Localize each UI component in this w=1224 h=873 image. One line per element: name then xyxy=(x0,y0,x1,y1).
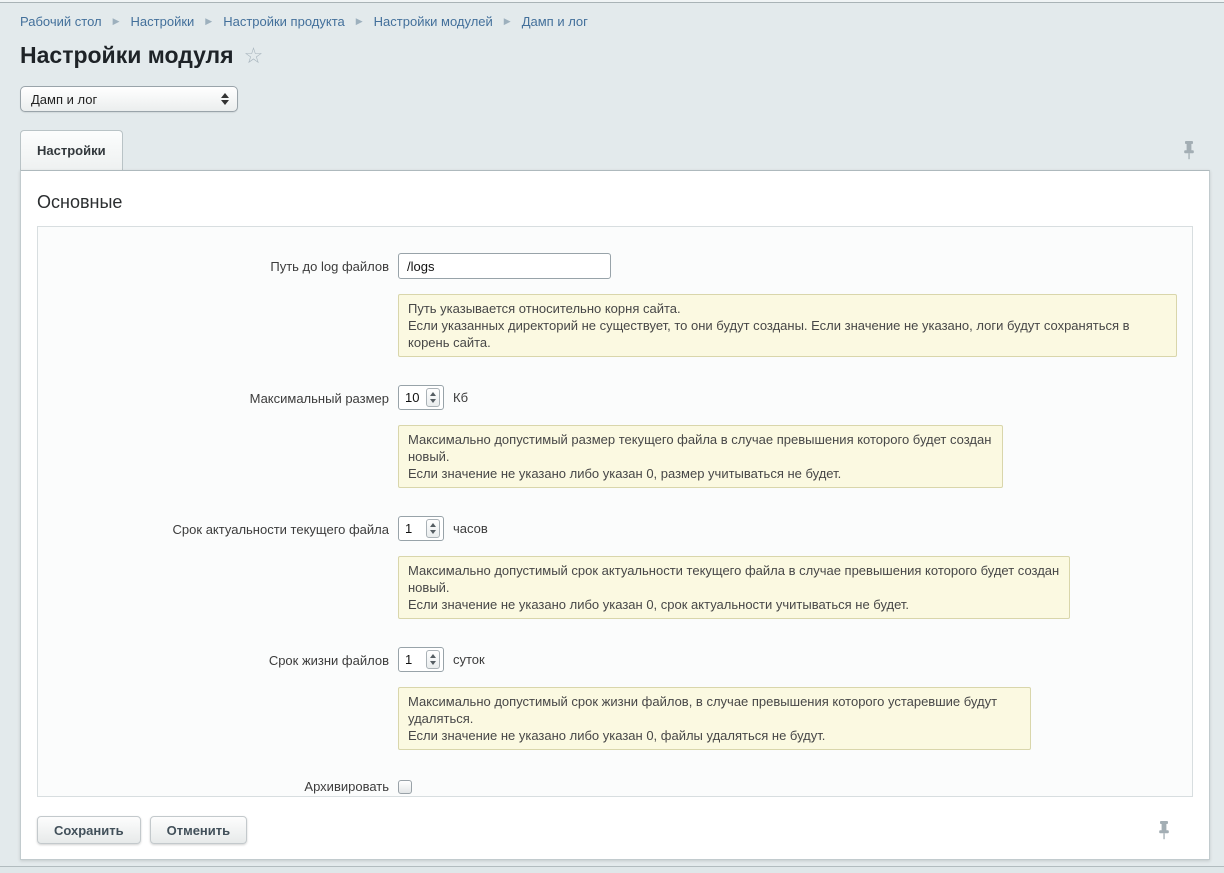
field-suffix: Кб xyxy=(453,390,468,405)
breadcrumb-item-desktop[interactable]: Рабочий стол xyxy=(20,14,102,29)
form-row-actuality-period: Срок актуальности текущего файла часов М… xyxy=(38,516,1192,619)
breadcrumb-item-dump-log[interactable]: Дамп и лог xyxy=(522,14,588,29)
form-row-archive: Архивировать Если опция отмечена, все не… xyxy=(38,778,1192,797)
breadcrumb-separator-icon: ▶ xyxy=(205,17,212,26)
field-hint: Максимально допустимый размер текущего ф… xyxy=(398,425,1003,488)
bottom-panel-edge xyxy=(0,866,1224,873)
page-title: Настройки модуля xyxy=(20,42,234,69)
tab-strip: Настройки xyxy=(20,130,1210,170)
cancel-button[interactable]: Отменить xyxy=(150,816,248,844)
panel-footer: Сохранить Отменить xyxy=(37,816,1193,844)
stepper-icon[interactable] xyxy=(426,519,440,538)
field-label: Путь до log файлов xyxy=(38,253,398,357)
select-arrows-icon xyxy=(221,93,229,105)
form-row-log-path: Путь до log файлов Путь указывается отно… xyxy=(38,253,1192,357)
actuality-input[interactable] xyxy=(405,521,425,536)
lifetime-input-box xyxy=(398,647,444,672)
stepper-icon[interactable] xyxy=(426,650,440,669)
breadcrumb-item-module-settings[interactable]: Настройки модулей xyxy=(374,14,493,29)
save-button[interactable]: Сохранить xyxy=(37,816,141,844)
breadcrumb-separator-icon: ▶ xyxy=(356,17,363,26)
breadcrumb: Рабочий стол ▶ Настройки ▶ Настройки про… xyxy=(20,14,1210,29)
breadcrumb-separator-icon: ▶ xyxy=(113,17,120,26)
lifetime-input[interactable] xyxy=(405,652,425,667)
field-label: Максимальный размер xyxy=(38,385,398,488)
field-suffix: часов xyxy=(453,521,488,536)
field-suffix: суток xyxy=(453,652,485,667)
field-label: Срок актуальности текущего файла xyxy=(38,516,398,619)
settings-fieldset: Путь до log файлов Путь указывается отно… xyxy=(37,226,1193,797)
field-label: Архивировать xyxy=(38,778,398,797)
actuality-input-box xyxy=(398,516,444,541)
field-label: Срок жизни файлов xyxy=(38,647,398,750)
max-size-input[interactable] xyxy=(405,390,425,405)
settings-panel: Основные Путь до log файлов Путь указыва… xyxy=(20,170,1210,860)
field-hint: Максимально допустимый срок актуальности… xyxy=(398,556,1070,619)
field-hint: Максимально допустимый срок жизни файлов… xyxy=(398,687,1031,750)
top-panel-edge xyxy=(0,0,1224,3)
page: Рабочий стол ▶ Настройки ▶ Настройки про… xyxy=(0,14,1224,860)
form-row-files-lifetime: Срок жизни файлов суток Максимально допу… xyxy=(38,647,1192,750)
module-select-value: Дамп и лог xyxy=(31,92,221,107)
pin-icon[interactable] xyxy=(1157,820,1171,840)
module-select[interactable]: Дамп и лог xyxy=(20,86,238,112)
breadcrumb-item-settings[interactable]: Настройки xyxy=(131,14,195,29)
breadcrumb-separator-icon: ▶ xyxy=(504,17,511,26)
stepper-icon[interactable] xyxy=(426,388,440,407)
favorite-star-icon[interactable]: ☆ xyxy=(244,45,264,67)
section-title: Основные xyxy=(37,192,1193,213)
archive-checkbox[interactable] xyxy=(398,780,412,794)
form-row-max-size: Максимальный размер Кб Максимально допус… xyxy=(38,385,1192,488)
field-hint: Путь указывается относительно корня сайт… xyxy=(398,294,1177,357)
page-title-row: Настройки модуля ☆ xyxy=(20,42,1210,69)
breadcrumb-item-product-settings[interactable]: Настройки продукта xyxy=(223,14,345,29)
tab-settings[interactable]: Настройки xyxy=(20,130,123,170)
log-path-input[interactable] xyxy=(398,253,611,279)
pin-icon[interactable] xyxy=(1182,140,1196,160)
max-size-input-box xyxy=(398,385,444,410)
